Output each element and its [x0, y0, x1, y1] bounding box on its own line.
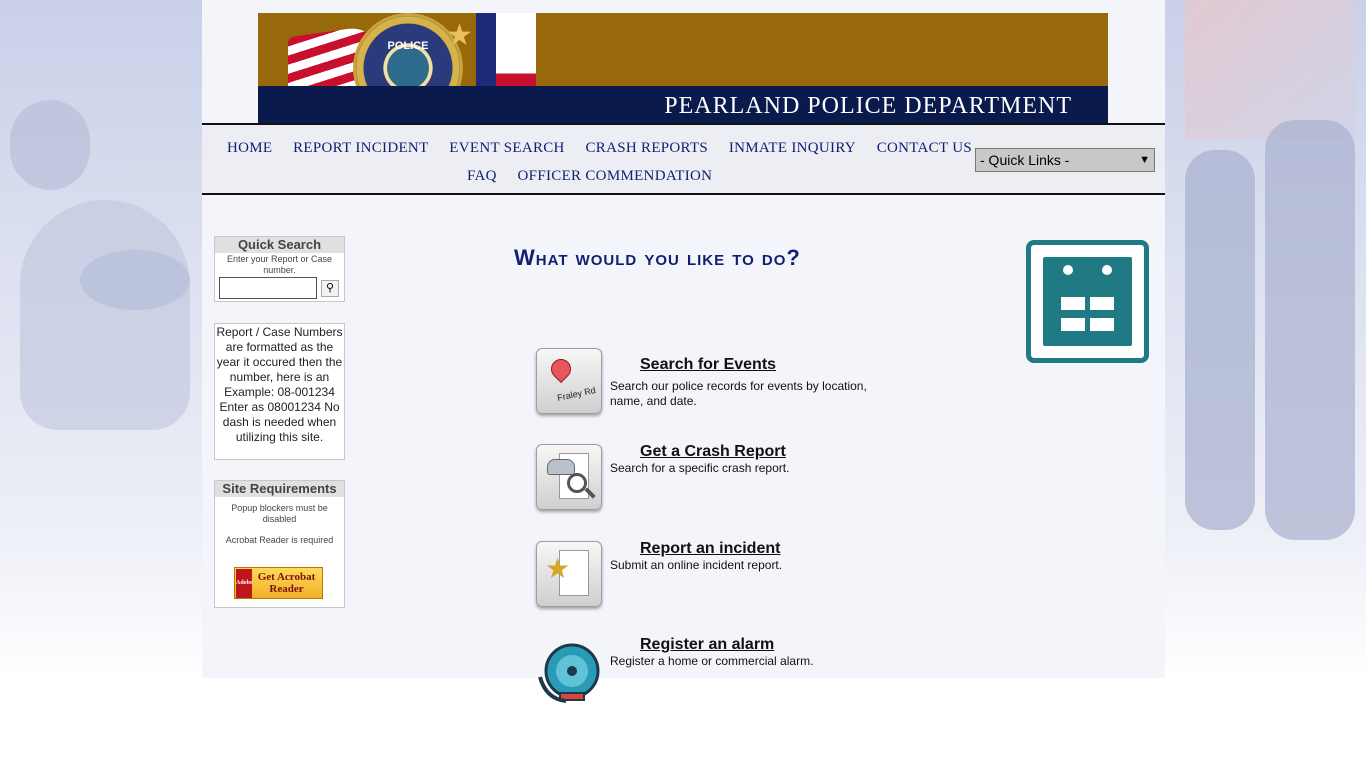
- nav-faq[interactable]: FAQ: [467, 168, 497, 184]
- page-title: What would you like to do?: [514, 245, 801, 270]
- adobe-logo-icon: Adobe: [236, 569, 253, 598]
- site-requirements-title: Site Requirements: [215, 481, 344, 497]
- search-icon: ⚲: [325, 282, 335, 294]
- report-incident-link[interactable]: Report an incident: [640, 540, 780, 558]
- get-acrobat-reader-button[interactable]: Adobe Get Acrobat Reader: [234, 567, 323, 599]
- quick-links-select[interactable]: - Quick Links - ▼: [975, 148, 1155, 172]
- report-incident-desc: Submit an online incident report.: [610, 558, 783, 572]
- map-pin-icon[interactable]: Fraley Rd: [536, 348, 602, 414]
- search-events-desc: Search our police records for events by …: [610, 379, 867, 408]
- crash-report-link[interactable]: Get a Crash Report: [640, 443, 786, 461]
- search-events-link[interactable]: Search for Events: [640, 356, 776, 374]
- nav-officer-commendation[interactable]: OFFICER COMMENDATION: [518, 168, 713, 184]
- acrobat-label: Get Acrobat Reader: [257, 571, 316, 595]
- site-title: PEARLAND POLICE DEPARTMENT: [664, 93, 1072, 119]
- nav-event-search[interactable]: EVENT SEARCH: [449, 140, 564, 156]
- nav-inmate-inquiry[interactable]: INMATE INQUIRY: [729, 140, 856, 156]
- action-search-events: Fraley Rd Search for Events Search our p…: [536, 348, 936, 418]
- background-right: [1165, 0, 1366, 678]
- header: POLICE ★ PEARLAND POLICE DEPARTMENT: [202, 0, 1165, 123]
- main-nav: HOME REPORT INCIDENT EVENT SEARCH CRASH …: [202, 123, 1165, 195]
- action-crash-report: Get a Crash Report Search for a specific…: [536, 443, 936, 514]
- case-number-format-note: Report / Case Numbers are formatted as t…: [214, 323, 345, 460]
- nav-row-1: HOME REPORT INCIDENT EVENT SEARCH CRASH …: [227, 140, 989, 157]
- quick-links-value: - Quick Links -: [980, 152, 1070, 168]
- popup-requirement: Popup blockers must be disabled: [231, 503, 328, 524]
- incident-report-icon[interactable]: ★: [536, 541, 602, 607]
- site-requirements-box: Site Requirements Popup blockers must be…: [214, 480, 345, 608]
- quick-search-title: Quick Search: [215, 237, 344, 253]
- action-register-alarm: Register an alarm Register a home or com…: [536, 636, 936, 707]
- action-report-incident: ★ Report an incident Submit an online in…: [536, 540, 936, 611]
- register-alarm-link[interactable]: Register an alarm: [640, 636, 774, 654]
- crash-report-desc: Search for a specific crash report.: [610, 461, 790, 475]
- search-button[interactable]: ⚲: [321, 280, 339, 297]
- star-icon: ★: [446, 19, 473, 52]
- alarm-bell-icon[interactable]: [536, 637, 602, 703]
- quick-search-help: Enter your Report or Case number.: [226, 254, 333, 275]
- banner: POLICE ★ PEARLAND POLICE DEPARTMENT: [258, 13, 1108, 123]
- page-container: POLICE ★ PEARLAND POLICE DEPARTMENT HOME…: [202, 0, 1165, 703]
- crash-report-icon[interactable]: [536, 444, 602, 510]
- nav-crash-reports[interactable]: CRASH REPORTS: [585, 140, 708, 156]
- register-alarm-desc: Register a home or commercial alarm.: [610, 654, 814, 668]
- nav-home[interactable]: HOME: [227, 140, 272, 156]
- nav-report-incident[interactable]: REPORT INCIDENT: [293, 140, 428, 156]
- calendar-icon[interactable]: [1026, 240, 1149, 363]
- road-label: Fraley Rd: [556, 385, 597, 403]
- chevron-down-icon: ▼: [1139, 154, 1150, 166]
- background-left: [0, 0, 202, 678]
- nav-contact-us[interactable]: CONTACT US: [877, 140, 972, 156]
- case-number-input[interactable]: [219, 277, 317, 299]
- quick-search-box: Quick Search Enter your Report or Case n…: [214, 236, 345, 302]
- badge-text: POLICE: [387, 40, 429, 52]
- acrobat-requirement: Acrobat Reader is required: [225, 535, 334, 545]
- nav-row-2: FAQ OFFICER COMMENDATION: [467, 168, 729, 185]
